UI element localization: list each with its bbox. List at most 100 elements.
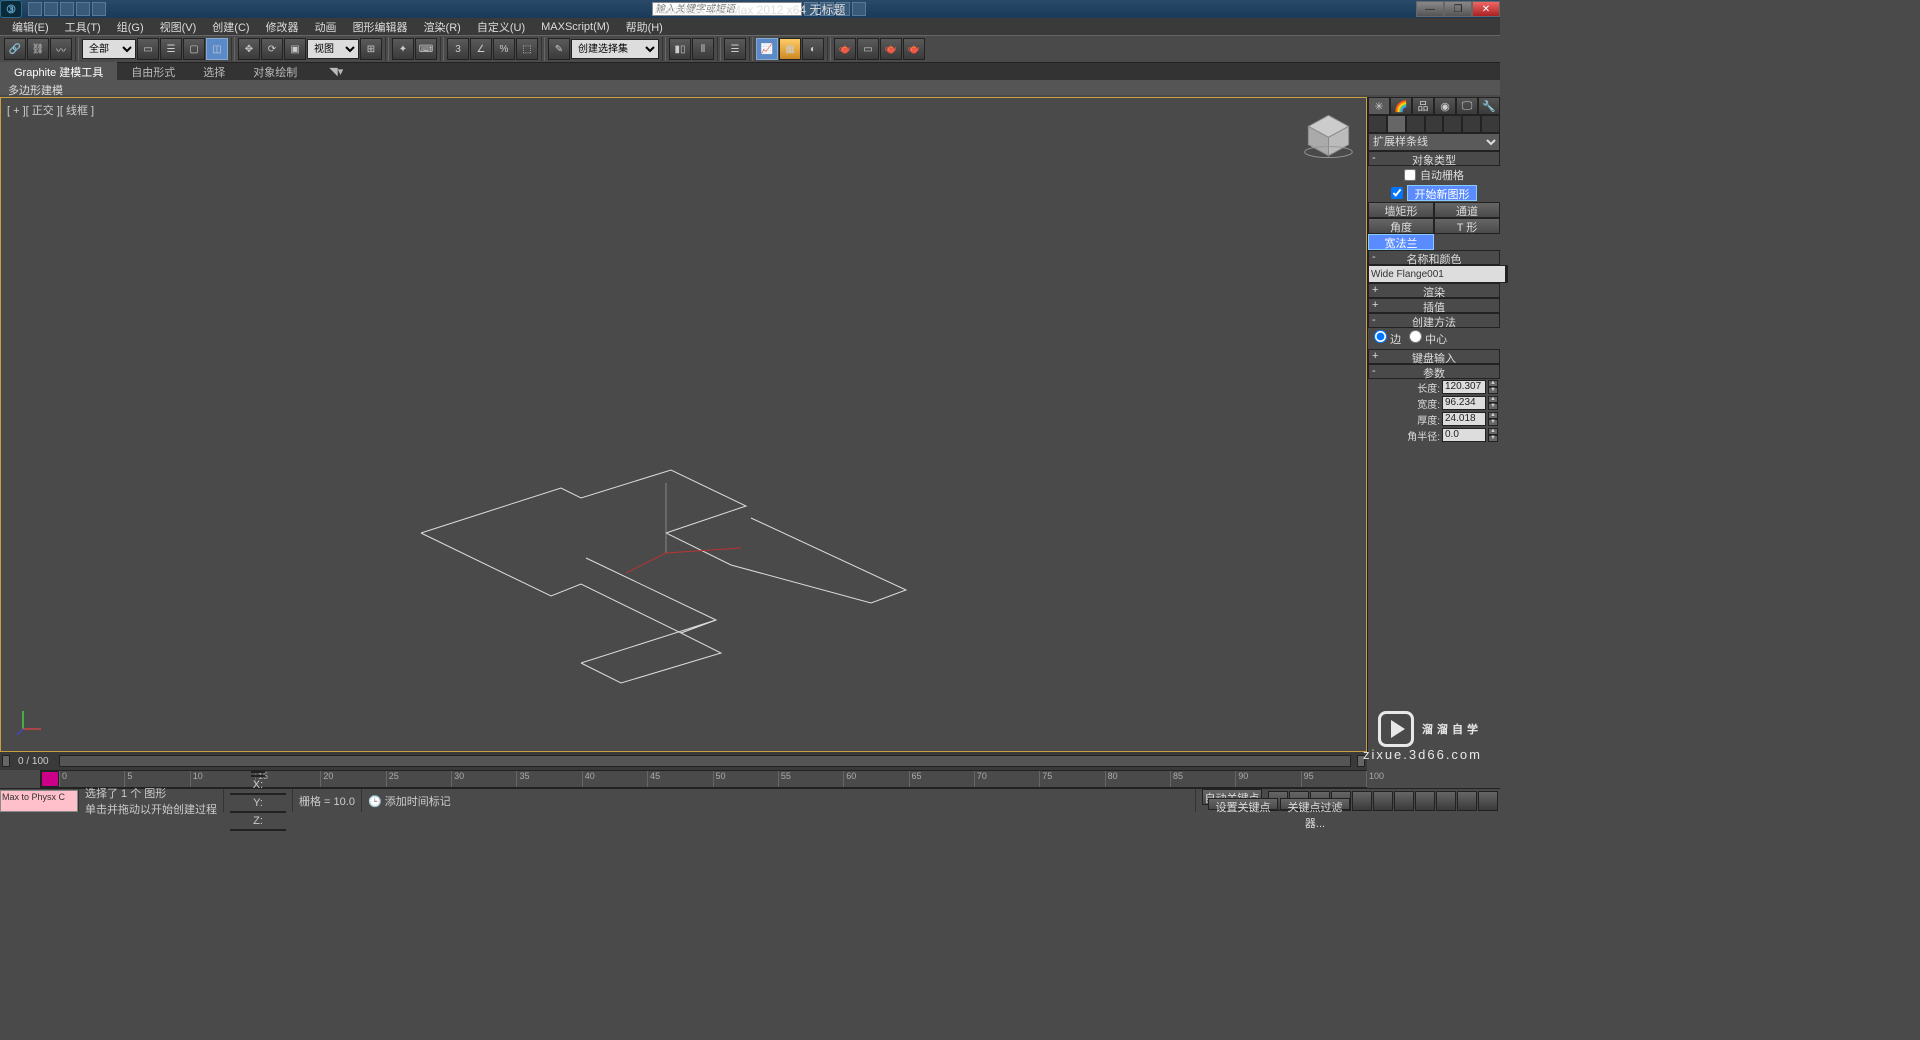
lock-selection-icon[interactable] xyxy=(251,771,265,773)
utilities-tab-icon[interactable]: 🔧 xyxy=(1478,97,1500,115)
time-slider-label[interactable]: 0 / 100 xyxy=(12,756,55,767)
track-bar[interactable]: 0 / 100 xyxy=(0,752,1367,770)
region-rect-icon[interactable]: ▢ xyxy=(183,38,205,60)
rollout-parameters[interactable]: -参数 xyxy=(1368,364,1500,379)
menu-create[interactable]: 创建(C) xyxy=(204,17,257,37)
geometry-cat-icon[interactable] xyxy=(1368,115,1387,133)
object-name-field[interactable] xyxy=(1368,265,1506,283)
keyfilter-button[interactable]: 关键点过滤器... xyxy=(1280,798,1350,810)
time-slider[interactable] xyxy=(59,755,1351,767)
display-tab-icon[interactable]: 🖵 xyxy=(1456,97,1478,115)
nav-zoomall-icon[interactable] xyxy=(1394,791,1414,811)
render-icon[interactable]: 🫖 xyxy=(880,38,902,60)
rollout-creation-method[interactable]: -创建方法 xyxy=(1368,313,1500,328)
bind-spacewarp-icon[interactable]: 〰 xyxy=(50,38,72,60)
length-field[interactable]: 120.307 xyxy=(1442,380,1486,394)
viewcube[interactable] xyxy=(1301,108,1356,163)
menu-graph-editors[interactable]: 图形编辑器 xyxy=(345,17,416,37)
motion-tab-icon[interactable]: ◉ xyxy=(1434,97,1456,115)
render-setup-icon[interactable]: 🫖 xyxy=(834,38,856,60)
y-field[interactable] xyxy=(230,811,286,813)
width-field[interactable]: 96.234 xyxy=(1442,396,1486,410)
viewport-perspective[interactable]: [ + ][ 正交 ][ 线框 ] xyxy=(0,97,1367,752)
keyboard-shortcut-icon[interactable]: ⌨ xyxy=(415,38,437,60)
maxscript-listener[interactable]: Max to Physx C xyxy=(0,790,78,812)
ribbon-expand-icon[interactable]: ◥▾ xyxy=(315,63,343,80)
menu-tools[interactable]: 工具(T) xyxy=(57,17,109,37)
timeline-keymode-icon[interactable] xyxy=(41,771,59,787)
spacewarps-cat-icon[interactable] xyxy=(1462,115,1481,133)
timeline-ruler[interactable]: 0510152025303540455055606570758085909510… xyxy=(40,770,1367,788)
z-field[interactable] xyxy=(230,829,286,831)
close-button[interactable]: ✕ xyxy=(1472,1,1500,17)
start-new-shape-button[interactable]: 开始新图形 xyxy=(1407,185,1477,201)
select-by-name-icon[interactable]: ☰ xyxy=(160,38,182,60)
schematic-view-icon[interactable]: ▦ xyxy=(779,38,801,60)
save-icon[interactable] xyxy=(60,2,74,16)
helpers-cat-icon[interactable] xyxy=(1443,115,1462,133)
subcategory-dropdown[interactable]: 扩展样条线 xyxy=(1368,133,1500,151)
rollout-interpolation[interactable]: +插值 xyxy=(1368,298,1500,313)
select-icon[interactable]: ▭ xyxy=(137,38,159,60)
nav-pan-icon[interactable] xyxy=(1436,791,1456,811)
track-scroll-left-icon[interactable] xyxy=(2,755,10,767)
menu-help[interactable]: 帮助(H) xyxy=(618,17,671,37)
layers-icon[interactable]: ☰ xyxy=(724,38,746,60)
open-icon[interactable] xyxy=(44,2,58,16)
menu-group[interactable]: 组(G) xyxy=(109,17,152,37)
type-tee-button[interactable]: T 形 xyxy=(1434,218,1500,234)
tab-selection[interactable]: 选择 xyxy=(189,62,239,82)
menu-edit[interactable]: 编辑(E) xyxy=(4,17,57,37)
selection-filter-dropdown[interactable]: 全部 xyxy=(82,39,136,59)
menu-maxscript[interactable]: MAXScript(M) xyxy=(533,19,617,35)
app-logo[interactable]: ③ xyxy=(0,0,22,18)
type-angle-button[interactable]: 角度 xyxy=(1368,218,1434,234)
unlink-icon[interactable]: ⛓ xyxy=(27,38,49,60)
lights-cat-icon[interactable] xyxy=(1406,115,1425,133)
help-icon[interactable] xyxy=(852,2,866,16)
width-spinner[interactable]: ▲▼ xyxy=(1488,396,1498,410)
add-time-tag[interactable]: 添加时间标记 xyxy=(385,796,451,808)
curve-editor-icon[interactable]: 📈 xyxy=(756,38,778,60)
menu-customize[interactable]: 自定义(U) xyxy=(469,17,533,37)
scale-icon[interactable]: ▣ xyxy=(284,38,306,60)
menu-animation[interactable]: 动画 xyxy=(307,17,345,37)
link-icon[interactable]: 🔗 xyxy=(4,38,26,60)
material-editor-icon[interactable]: ◐ xyxy=(802,38,824,60)
render-prod-icon[interactable]: 🫖 xyxy=(903,38,925,60)
edit-named-sel-icon[interactable]: ✎ xyxy=(548,38,570,60)
setkey-button[interactable]: 设置关键点 xyxy=(1208,798,1278,810)
align-icon[interactable]: ⫴ xyxy=(692,38,714,60)
move-icon[interactable]: ✥ xyxy=(238,38,260,60)
type-wrectangle-button[interactable]: 墙矩形 xyxy=(1368,202,1434,218)
nav-zoom-icon[interactable] xyxy=(1373,791,1393,811)
tab-graphite[interactable]: Graphite 建模工具 xyxy=(0,62,117,82)
spinner-snap-icon[interactable]: ⬚ xyxy=(516,38,538,60)
redo-icon[interactable] xyxy=(92,2,106,16)
tab-object-paint[interactable]: 对象绘制 xyxy=(239,62,311,82)
undo-icon[interactable] xyxy=(76,2,90,16)
corner-radius-spinner[interactable]: ▲▼ xyxy=(1488,428,1498,442)
type-channel-button[interactable]: 通道 xyxy=(1434,202,1500,218)
rollout-object-type[interactable]: -对象类型 xyxy=(1368,151,1500,166)
manipulate-icon[interactable]: ✦ xyxy=(392,38,414,60)
cameras-cat-icon[interactable] xyxy=(1425,115,1444,133)
hierarchy-tab-icon[interactable]: 品 xyxy=(1412,97,1434,115)
method-center-radio[interactable]: 中心 xyxy=(1409,330,1447,347)
minimize-button[interactable]: — xyxy=(1416,1,1444,17)
window-crossing-icon[interactable]: ◫ xyxy=(206,38,228,60)
length-spinner[interactable]: ▲▼ xyxy=(1488,380,1498,394)
thickness-field[interactable]: 24.018 xyxy=(1442,412,1486,426)
nav-fov-icon[interactable] xyxy=(1415,791,1435,811)
named-selection-dropdown[interactable]: 创建选择集 xyxy=(571,39,659,59)
start-new-shape-checkbox[interactable] xyxy=(1391,187,1403,199)
autogrid-checkbox[interactable] xyxy=(1404,169,1416,181)
nav-maximize-icon[interactable] xyxy=(1478,791,1498,811)
rollout-render[interactable]: +渲染 xyxy=(1368,283,1500,298)
snap-toggle-icon[interactable]: 3 xyxy=(447,38,469,60)
rendered-frame-icon[interactable]: ▭ xyxy=(857,38,879,60)
menu-modifiers[interactable]: 修改器 xyxy=(258,17,307,37)
color-swatch[interactable] xyxy=(1506,265,1508,283)
corner-radius-field[interactable]: 0.0 xyxy=(1442,428,1486,442)
rollout-name-color[interactable]: -名称和颜色 xyxy=(1368,250,1500,265)
